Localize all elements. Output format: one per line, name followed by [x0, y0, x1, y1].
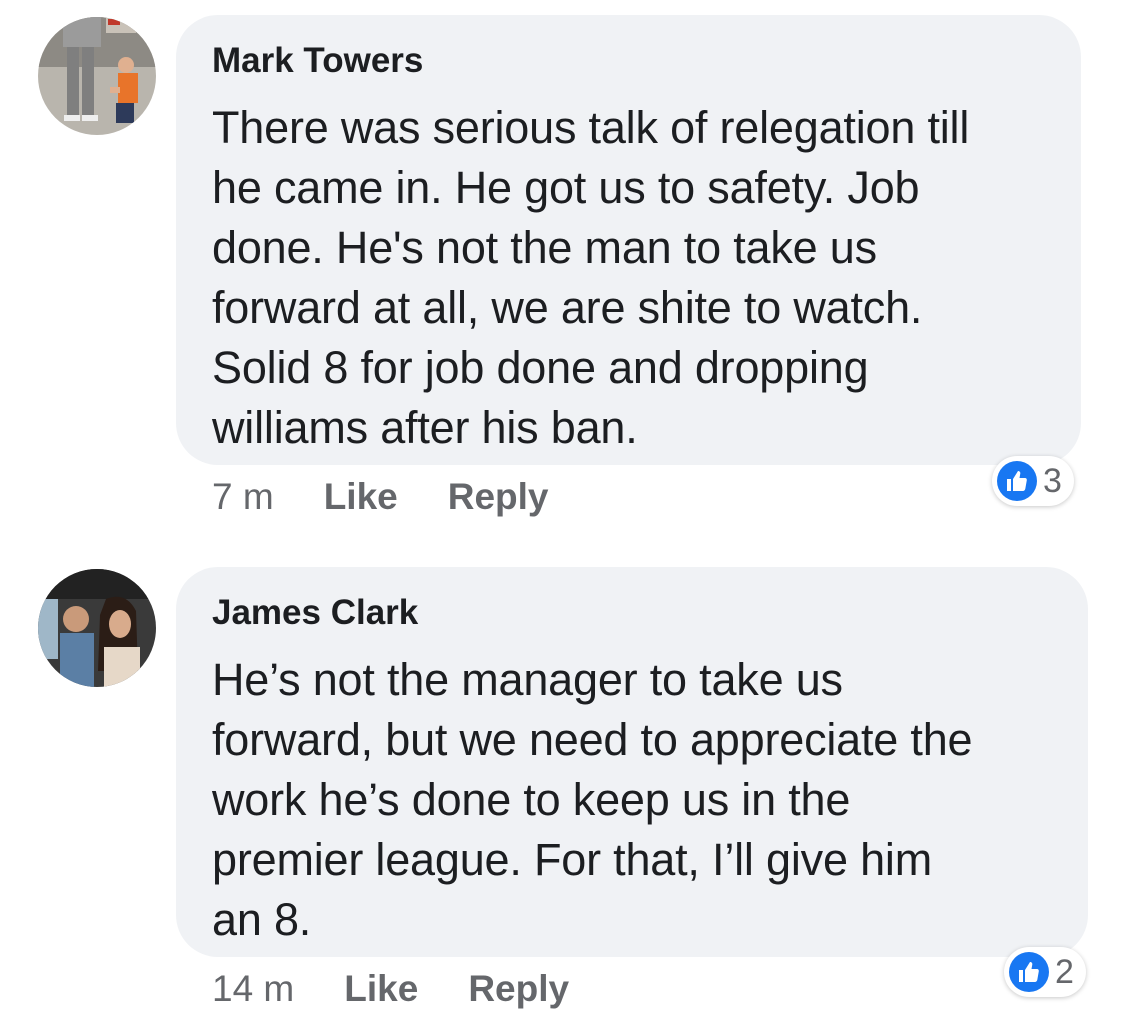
comment-text: He’s not the manager to take us forward,…: [212, 650, 1052, 950]
comment-line: work he’s done to keep us in the: [212, 774, 851, 825]
avatar[interactable]: [38, 17, 156, 135]
comment-text: There was serious talk of relegation til…: [212, 98, 1045, 458]
like-icon: [997, 461, 1037, 501]
comment-line: williams after his ban.: [212, 402, 638, 453]
comment-bubble: James Clark He’s not the manager to take…: [176, 567, 1088, 957]
like-icon: [1009, 952, 1049, 992]
comment-line: an 8.: [212, 894, 312, 945]
reply-button[interactable]: Reply: [448, 477, 549, 517]
comment-line: he came in. He got us to safety. Job: [212, 162, 920, 213]
comment-line: He’s not the manager to take us: [212, 654, 843, 705]
reaction-count-badge[interactable]: 3: [992, 456, 1074, 506]
comment-line: done. He's not the man to take us: [212, 222, 877, 273]
comment-line: There was serious talk of relegation til…: [212, 102, 970, 153]
avatar[interactable]: [38, 569, 156, 687]
comment-meta: 14 m Like Reply: [212, 969, 619, 1009]
comment-line: forward, but we need to appreciate the: [212, 714, 973, 765]
like-button[interactable]: Like: [324, 477, 398, 517]
avatar-photo: [38, 569, 156, 687]
reply-button[interactable]: Reply: [468, 969, 569, 1009]
comment-author[interactable]: James Clark: [212, 593, 1052, 633]
reaction-count: 3: [1043, 461, 1062, 500]
comment-line: Solid 8 for job done and dropping: [212, 342, 869, 393]
like-button[interactable]: Like: [344, 969, 418, 1009]
comment-line: forward at all, we are shite to watch.: [212, 282, 923, 333]
comment-timestamp[interactable]: 14 m: [212, 969, 294, 1009]
comment-line: premier league. For that, I’ll give him: [212, 834, 933, 885]
reaction-count: 2: [1055, 952, 1074, 991]
reaction-count-badge[interactable]: 2: [1004, 947, 1086, 997]
comment-meta: 7 m Like Reply: [212, 477, 599, 517]
comment-author[interactable]: Mark Towers: [212, 41, 1045, 81]
comment-timestamp[interactable]: 7 m: [212, 477, 274, 517]
comment-bubble: Mark Towers There was serious talk of re…: [176, 15, 1081, 465]
avatar-photo: [38, 17, 156, 135]
